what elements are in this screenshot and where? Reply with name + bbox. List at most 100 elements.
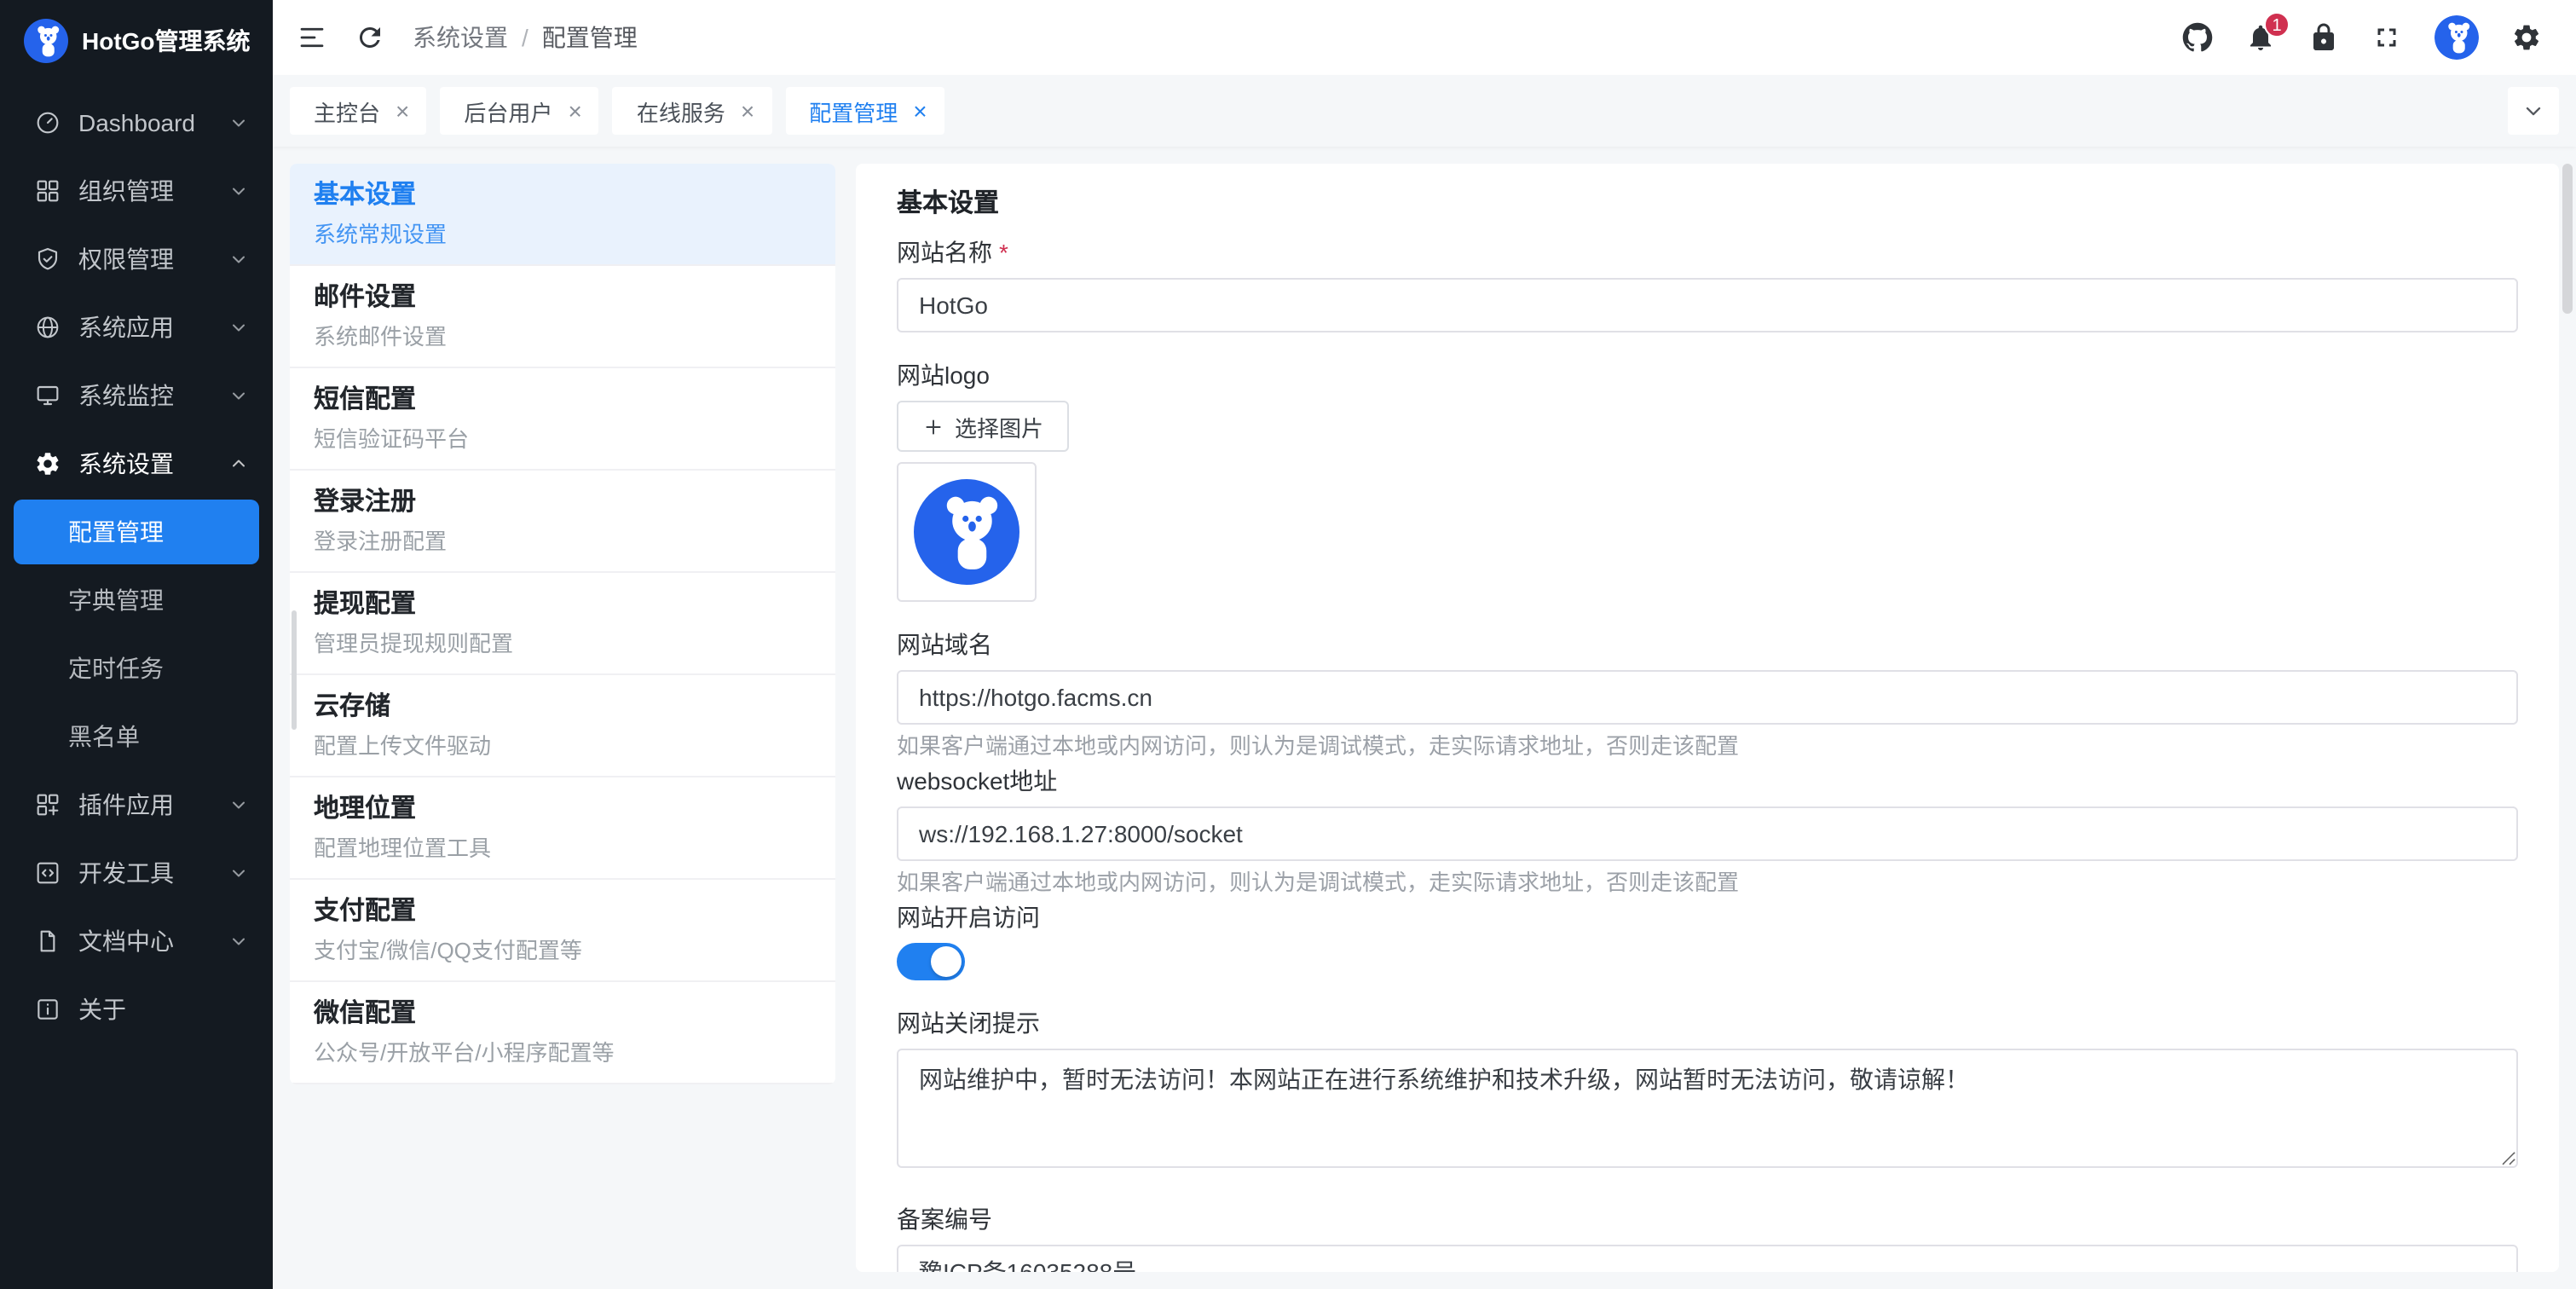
collapse-menu-icon[interactable]: [297, 22, 327, 53]
chevron-down-icon: [228, 385, 249, 406]
field-label: 网站开启访问: [897, 905, 2518, 929]
sidebar-subitem-blacklist[interactable]: 黑名单: [0, 702, 273, 771]
settings-nav-subtitle: 登录注册配置: [314, 529, 811, 555]
chevron-down-icon: [228, 317, 249, 338]
field-label: websocket地址: [897, 769, 2518, 793]
about-icon: [34, 996, 61, 1023]
close-icon[interactable]: ×: [741, 99, 754, 123]
site-logo-label: 网站logo: [897, 363, 990, 387]
tab-online-service[interactable]: 在线服务 ×: [613, 87, 771, 135]
fullscreen-icon[interactable]: [2371, 22, 2402, 53]
field-label: 网站logo: [897, 363, 2518, 387]
settings-nav-subtitle: 系统邮件设置: [314, 324, 811, 350]
monitor-icon: [34, 382, 61, 409]
websocket-help: 如果客户端通过本地或内网访问，则认为是调试模式，走实际请求地址，否则走该配置: [897, 870, 2518, 899]
site-domain-input[interactable]: [897, 670, 2518, 725]
form-title: 基本设置: [897, 184, 2518, 217]
breadcrumb-separator: /: [522, 24, 528, 51]
tabbar: 主控台 × 后台用户 × 在线服务 × 配置管理 ×: [273, 75, 2576, 147]
main-column: 系统设置 / 配置管理 1 主控台 ×: [273, 0, 2576, 1289]
sidebar-item-devtools[interactable]: 开发工具: [0, 839, 273, 907]
websocket-input[interactable]: [897, 806, 2518, 861]
field-label: 网站域名: [897, 633, 2518, 656]
settings-nav-item-pay[interactable]: 支付配置 支付宝/微信/QQ支付配置等: [290, 880, 835, 982]
app-logo[interactable]: HotGo管理系统: [0, 0, 273, 82]
sidebar-item-monitor[interactable]: 系统监控: [0, 361, 273, 430]
icp-input[interactable]: [897, 1245, 2518, 1272]
site-domain-help: 如果客户端通过本地或内网访问，则认为是调试模式，走实际请求地址，否则走该配置: [897, 733, 2518, 762]
settings-nav-item-mail[interactable]: 邮件设置 系统邮件设置: [290, 266, 835, 368]
chevron-down-icon: [2521, 99, 2545, 123]
settings-nav-item-wechat[interactable]: 微信配置 公众号/开放平台/小程序配置等: [290, 982, 835, 1084]
choose-image-button[interactable]: 选择图片: [897, 401, 1069, 452]
github-icon[interactable]: [2182, 22, 2213, 53]
sidebar-subitem-label: 字典管理: [68, 583, 164, 617]
page-scrollbar[interactable]: [2562, 164, 2573, 314]
close-icon[interactable]: ×: [568, 99, 581, 123]
breadcrumb: 系统设置 / 配置管理: [413, 20, 638, 55]
topbar-actions: 1: [2182, 15, 2542, 60]
field-label: 备案编号: [897, 1207, 2518, 1231]
dashboard-icon: [34, 109, 61, 136]
refresh-icon[interactable]: [355, 22, 385, 53]
toggle-knob: [931, 946, 962, 977]
notification-badge: 1: [2264, 12, 2290, 38]
chevron-up-icon: [228, 454, 249, 474]
tab-admin-users[interactable]: 后台用户 ×: [440, 87, 598, 135]
site-logo-preview[interactable]: [897, 462, 1037, 602]
site-name-input[interactable]: [897, 278, 2518, 332]
settings-nav-item-basic[interactable]: 基本设置 系统常规设置: [290, 164, 835, 266]
sidebar-item-system-apps[interactable]: 系统应用: [0, 293, 273, 361]
close-tip-label: 网站关闭提示: [897, 1011, 1040, 1035]
app-window: HotGo管理系统 Dashboard 组织管理 权限管理 系统应用: [0, 0, 2576, 1289]
sidebar-item-about[interactable]: 关于: [0, 975, 273, 1043]
settings-gear-icon[interactable]: [2511, 22, 2542, 53]
sidebar-item-org[interactable]: 组织管理: [0, 157, 273, 225]
sidebar-subitem-cron[interactable]: 定时任务: [0, 634, 273, 702]
sidebar-subitem-config[interactable]: 配置管理: [14, 500, 259, 564]
breadcrumb-page[interactable]: 配置管理: [542, 20, 638, 55]
sidebar-subitem-dictionary[interactable]: 字典管理: [0, 566, 273, 634]
avatar[interactable]: [2434, 15, 2479, 60]
org-grid-icon: [34, 177, 61, 205]
sidebar-item-system-settings[interactable]: 系统设置: [0, 430, 273, 498]
breadcrumb-section[interactable]: 系统设置: [413, 20, 508, 55]
settings-nav-scrollbar[interactable]: [292, 610, 297, 730]
notifications-button[interactable]: 1: [2245, 22, 2276, 53]
settings-nav-subtitle: 管理员提现规则配置: [314, 631, 811, 657]
tabs-menu-button[interactable]: [2508, 87, 2559, 135]
websocket-label: websocket地址: [897, 769, 1057, 793]
site-domain-label: 网站域名: [897, 633, 992, 656]
settings-nav-panel: 基本设置 系统常规设置 邮件设置 系统邮件设置 短信配置 短信验证码平台 登录注…: [290, 164, 835, 1084]
chevron-down-icon: [228, 795, 249, 815]
tab-label: 配置管理: [809, 95, 898, 127]
settings-nav-item-login[interactable]: 登录注册 登录注册配置: [290, 471, 835, 573]
sidebar-item-dashboard[interactable]: Dashboard: [0, 89, 273, 157]
app-title: HotGo管理系统: [82, 24, 251, 58]
settings-nav-item-geo[interactable]: 地理位置 配置地理位置工具: [290, 777, 835, 880]
lock-icon[interactable]: [2308, 22, 2339, 53]
close-icon[interactable]: ×: [396, 99, 409, 123]
chevron-down-icon: [228, 249, 249, 269]
settings-nav-subtitle: 系统常规设置: [314, 222, 811, 248]
tab-dashboard[interactable]: 主控台 ×: [290, 87, 426, 135]
sidebar-item-plugins[interactable]: 插件应用: [0, 771, 273, 839]
sidebar-submenu-system-settings: 配置管理 字典管理 定时任务 黑名单: [0, 500, 273, 771]
tab-label: 主控台: [314, 95, 380, 127]
close-tip-textarea[interactable]: 网站维护中，暂时无法访问！本网站正在进行系统维护和技术升级，网站暂时无法访问，敬…: [897, 1049, 2518, 1168]
sidebar-item-docs[interactable]: 文档中心: [0, 907, 273, 975]
close-icon[interactable]: ×: [913, 99, 927, 123]
site-open-label: 网站开启访问: [897, 905, 1040, 929]
field-label: 网站名称 *: [897, 240, 2518, 264]
settings-nav-item-storage[interactable]: 云存储 配置上传文件驱动: [290, 675, 835, 777]
settings-nav-item-withdraw[interactable]: 提现配置 管理员提现规则配置: [290, 573, 835, 675]
site-open-toggle[interactable]: [897, 943, 965, 980]
shield-icon: [34, 246, 61, 273]
sidebar-item-permissions[interactable]: 权限管理: [0, 225, 273, 293]
devtools-icon: [34, 859, 61, 887]
settings-nav-item-sms[interactable]: 短信配置 短信验证码平台: [290, 368, 835, 471]
settings-nav-title: 登录注册: [314, 488, 811, 518]
tab-config[interactable]: 配置管理 ×: [785, 87, 944, 135]
field-label: 网站关闭提示: [897, 1011, 2518, 1035]
plus-icon: [922, 415, 944, 437]
